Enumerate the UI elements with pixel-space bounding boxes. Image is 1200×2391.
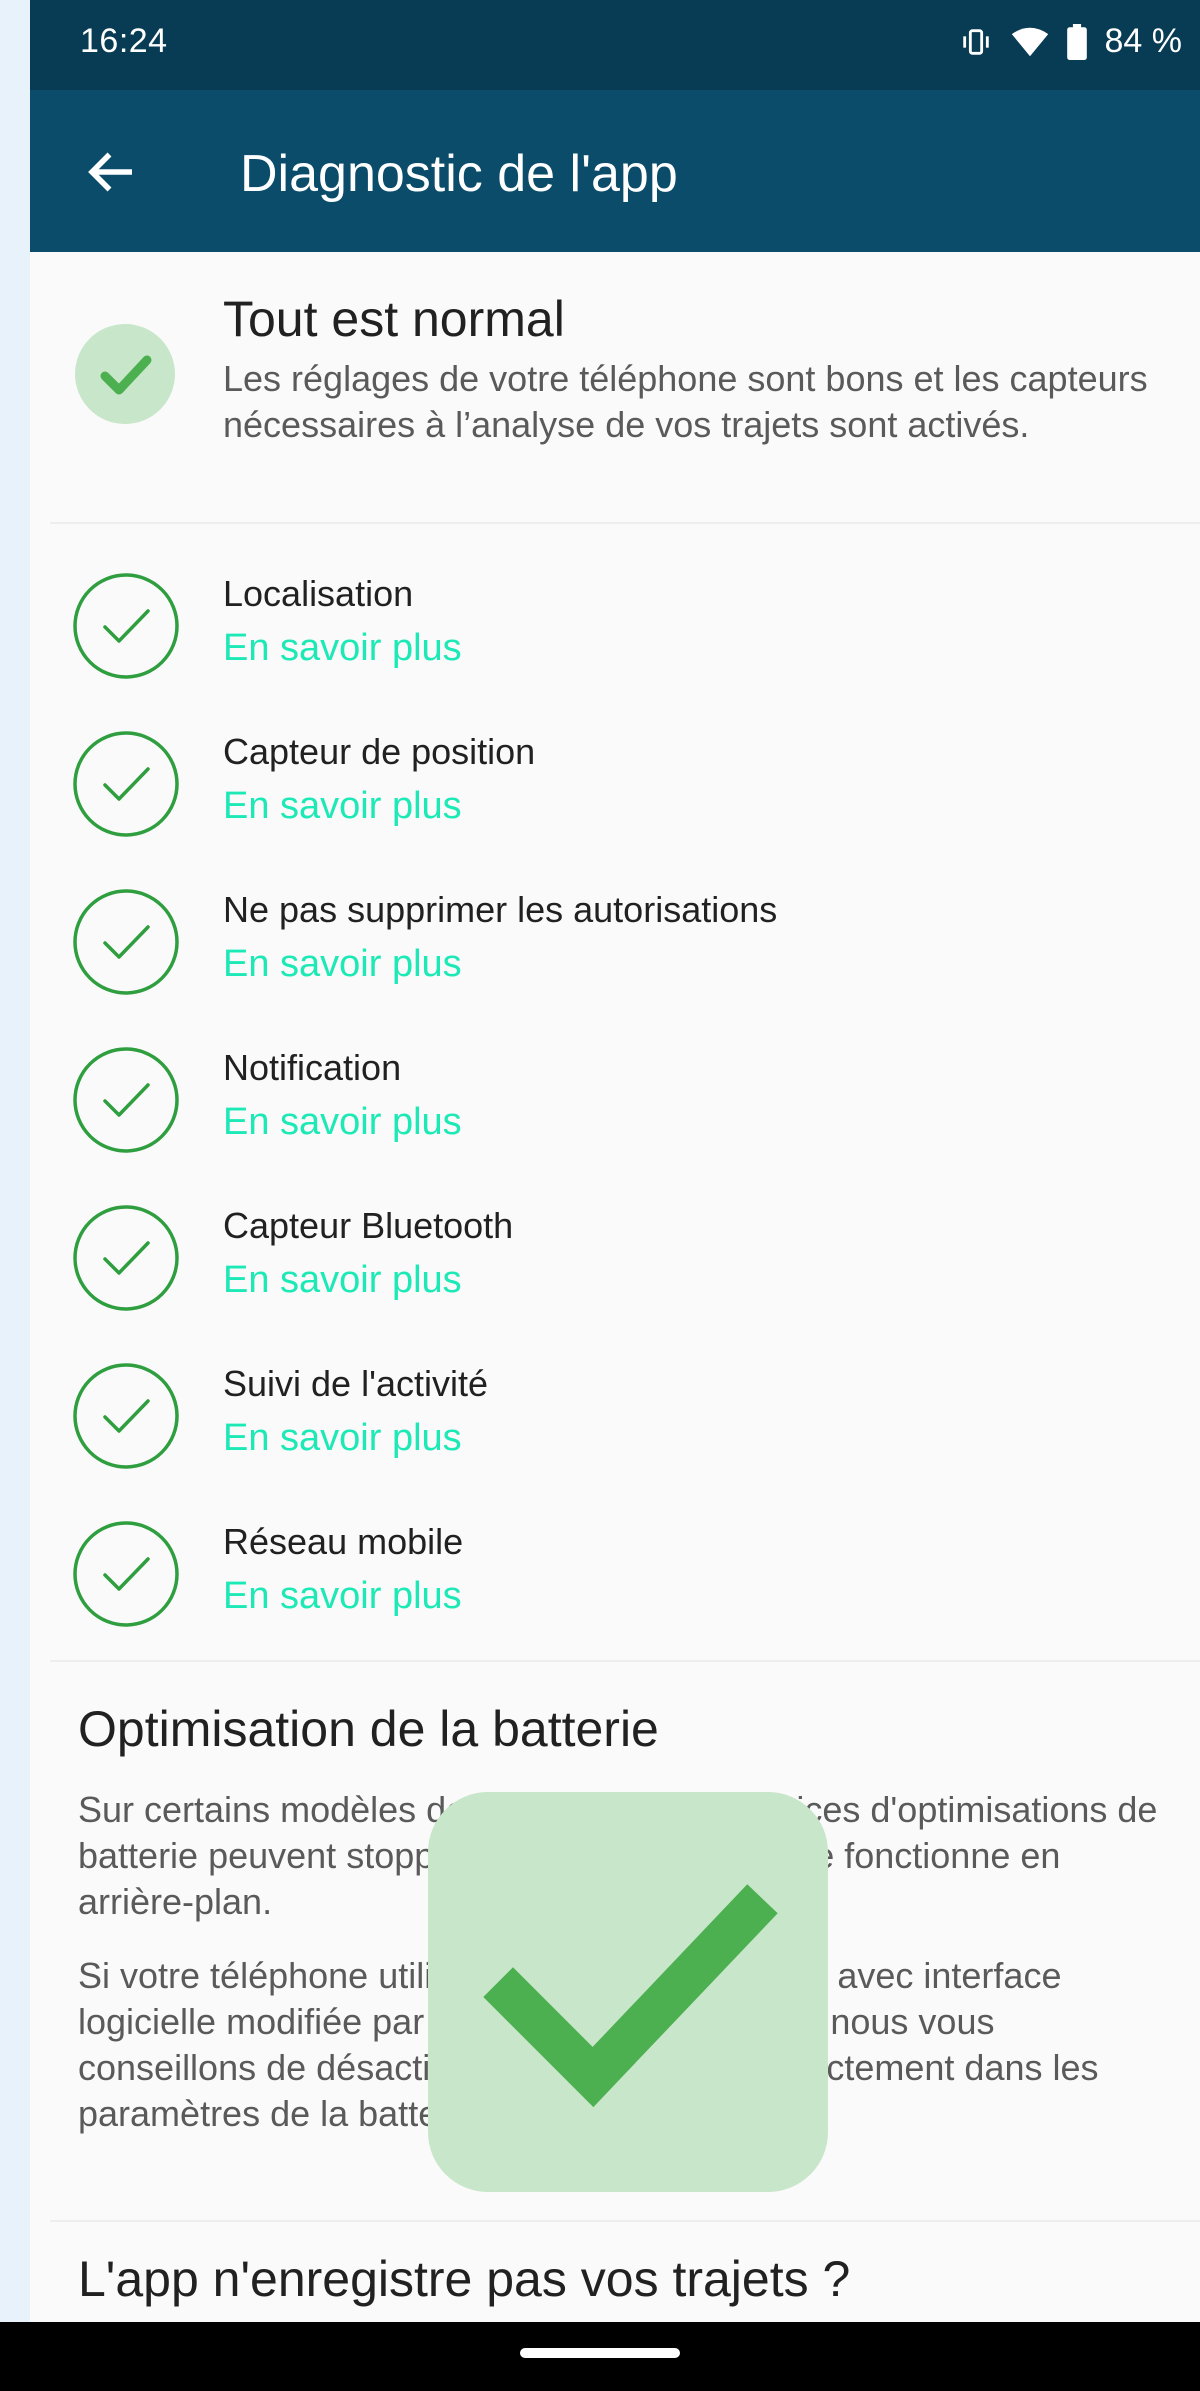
learn-more-link[interactable]: En savoir plus (223, 627, 462, 670)
divider (50, 522, 1200, 524)
battery-icon (1066, 23, 1087, 60)
home-gesture-handle[interactable] (520, 2348, 680, 2358)
check-circle-outline-icon (73, 889, 179, 995)
arrow-left-icon[interactable] (82, 142, 142, 202)
check-item-activity: Suivi de l'activité En savoir plus (30, 1355, 1200, 1495)
check-item-label: Ne pas supprimer les autorisations (223, 889, 778, 930)
check-circle-icon (75, 324, 175, 424)
summary-card: Tout est normal Les réglages de votre té… (30, 252, 1200, 522)
check-item-bluetooth: Capteur Bluetooth En savoir plus (30, 1197, 1200, 1337)
check-circle-outline-icon (73, 731, 179, 837)
learn-more-link[interactable]: En savoir plus (223, 1101, 462, 1144)
wifi-icon (1011, 27, 1048, 56)
check-circle-outline-icon (73, 1363, 179, 1469)
status-time: 16:24 (80, 22, 168, 60)
check-item-position: Capteur de position En savoir plus (30, 723, 1200, 863)
vibrate-icon (962, 28, 989, 55)
trips-section-title: L'app n'enregistre pas vos trajets ? (78, 2251, 851, 2307)
check-circle-outline-icon (73, 573, 179, 679)
learn-more-link[interactable]: En savoir plus (223, 1259, 462, 1302)
check-circle-outline-icon (73, 1521, 179, 1627)
check-item-label: Notification (223, 1047, 402, 1088)
check-circle-outline-icon (73, 1047, 179, 1153)
check-item-label: Suivi de l'activité (223, 1363, 488, 1404)
check-circle-outline-icon (73, 1205, 179, 1311)
page-title: Diagnostic de l'app (240, 145, 678, 203)
success-overlay (428, 1792, 828, 2192)
check-item-mobile-network: Réseau mobile En savoir plus (30, 1513, 1200, 1653)
summary-title: Tout est normal (223, 291, 565, 347)
divider (50, 1660, 1200, 1662)
learn-more-link[interactable]: En savoir plus (223, 785, 462, 828)
check-item-notification: Notification En savoir plus (30, 1039, 1200, 1179)
check-item-label: Capteur Bluetooth (223, 1205, 514, 1246)
learn-more-link[interactable]: En savoir plus (223, 1417, 462, 1460)
app-bar: Diagnostic de l'app (30, 90, 1200, 252)
check-item-label: Localisation (223, 573, 414, 614)
divider (50, 2220, 1200, 2222)
summary-description: Les réglages de votre téléphone sont bon… (223, 358, 1148, 445)
battery-percent: 84 % (1104, 22, 1183, 60)
status-icons: 84 % (959, 22, 1183, 61)
learn-more-link[interactable]: En savoir plus (223, 1575, 462, 1618)
check-item-label: Réseau mobile (223, 1521, 464, 1562)
status-bar: 16:24 84 % (30, 0, 1200, 90)
check-item-permissions: Ne pas supprimer les autorisations En sa… (30, 881, 1200, 1021)
check-item-localisation: Localisation En savoir plus (30, 565, 1200, 705)
battery-section-title: Optimisation de la batterie (78, 1701, 659, 1757)
learn-more-link[interactable]: En savoir plus (223, 943, 462, 986)
checkmark-icon (483, 1884, 778, 2108)
check-item-label: Capteur de position (223, 731, 536, 772)
navigation-bar (0, 2322, 1200, 2391)
app-screen: 16:24 84 % Diagnostic de l'app Tout est … (30, 0, 1200, 2391)
